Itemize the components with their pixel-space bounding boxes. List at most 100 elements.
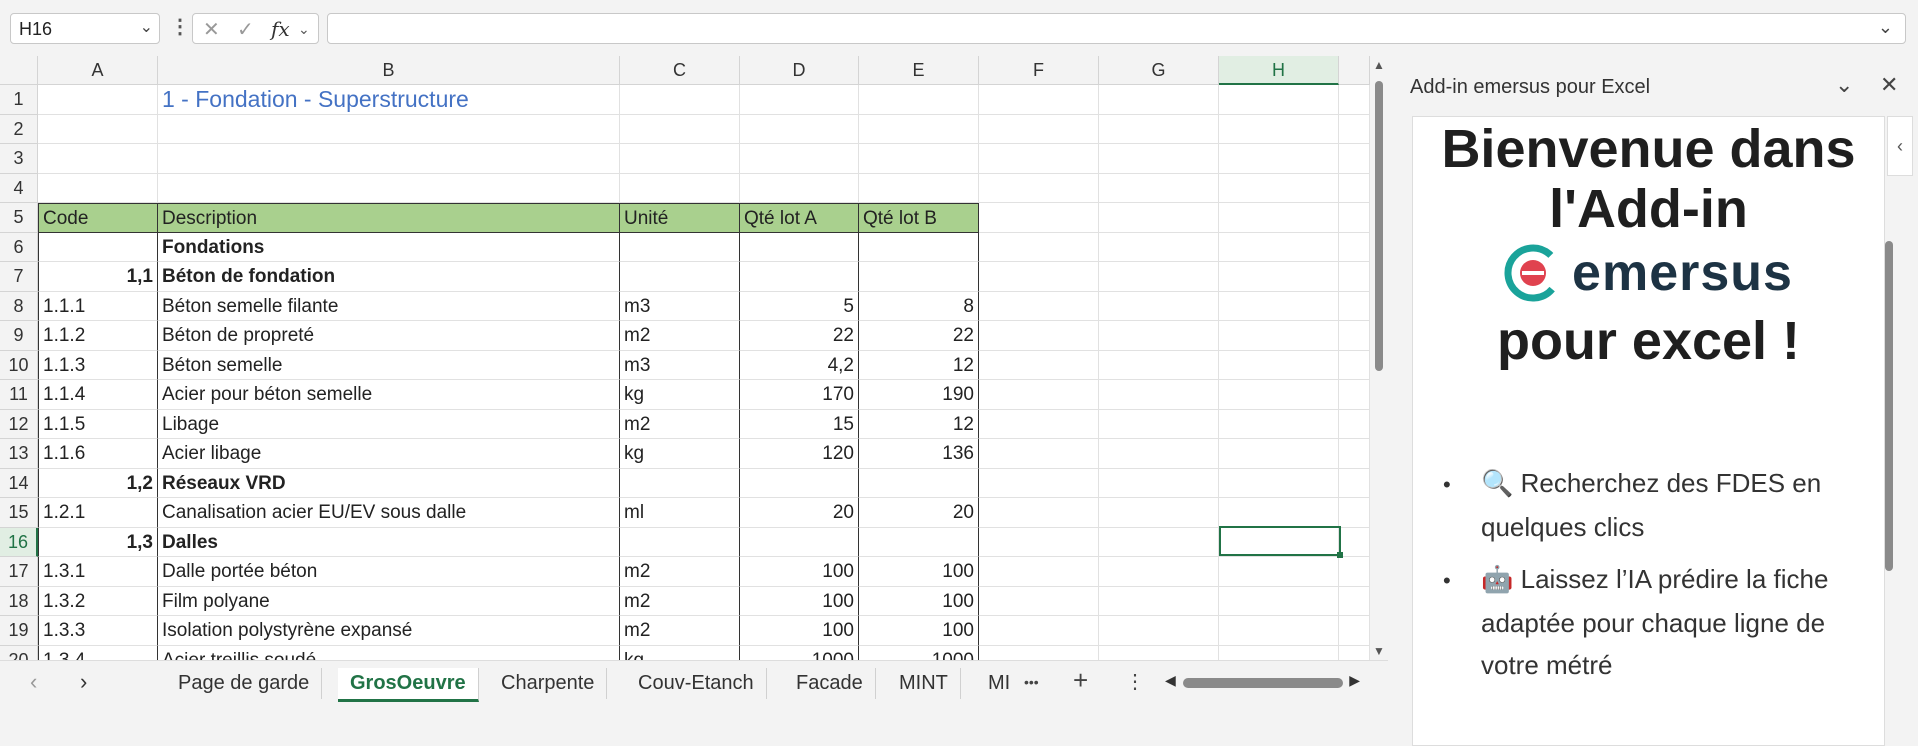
cell[interactable]: 1.3.4 <box>38 645 158 660</box>
formula-input[interactable]: ⌄ <box>327 13 1906 44</box>
cell[interactable] <box>979 173 1099 203</box>
cell[interactable] <box>979 645 1099 660</box>
cell[interactable]: Béton semelle filante <box>158 291 620 321</box>
cell[interactable] <box>1099 232 1219 262</box>
cell[interactable]: 170 <box>740 380 859 410</box>
cell[interactable] <box>740 114 859 144</box>
cell[interactable]: Béton de propreté <box>158 321 620 351</box>
cell[interactable]: Libage <box>158 409 620 439</box>
cell[interactable] <box>38 114 158 144</box>
column-header[interactable]: A <box>38 56 158 85</box>
row-header[interactable]: 10 <box>0 350 38 380</box>
cell[interactable] <box>979 498 1099 528</box>
cell[interactable]: kg <box>620 380 740 410</box>
name-box[interactable]: H16 ⌄ <box>10 13 160 44</box>
cell[interactable] <box>1219 616 1339 646</box>
cell[interactable]: 1.1.1 <box>38 291 158 321</box>
sheet-tab[interactable]: Facade <box>784 668 876 699</box>
cell[interactable] <box>1099 321 1219 351</box>
cell[interactable] <box>1099 498 1219 528</box>
cell[interactable] <box>1219 262 1339 292</box>
cell[interactable] <box>859 468 979 498</box>
cell[interactable] <box>1339 144 1370 174</box>
scroll-down-icon[interactable]: ▼ <box>1373 644 1385 658</box>
enter-icon[interactable]: ✓ <box>237 17 254 42</box>
cell[interactable] <box>1219 85 1339 115</box>
cell[interactable] <box>979 114 1099 144</box>
cell[interactable] <box>859 527 979 557</box>
cell[interactable] <box>620 527 740 557</box>
collapse-pane-button[interactable]: ‹ <box>1887 116 1913 176</box>
cell[interactable]: 8 <box>859 291 979 321</box>
next-sheet-icon[interactable]: › <box>80 669 87 695</box>
cell[interactable]: Qté lot B <box>859 203 979 233</box>
cell[interactable] <box>1219 586 1339 616</box>
cell[interactable] <box>859 85 979 115</box>
cell[interactable] <box>979 85 1099 115</box>
cell[interactable]: Béton semelle <box>158 350 620 380</box>
cell[interactable] <box>859 262 979 292</box>
cell[interactable] <box>1099 645 1219 660</box>
cell[interactable] <box>1339 498 1370 528</box>
cell[interactable]: 1.1.3 <box>38 350 158 380</box>
cell[interactable]: Fondations <box>158 232 620 262</box>
cell[interactable]: m2 <box>620 409 740 439</box>
chevron-down-icon[interactable]: ⌄ <box>140 17 153 37</box>
cancel-icon[interactable]: ✕ <box>203 17 220 42</box>
cell[interactable]: Réseaux VRD <box>158 468 620 498</box>
cell[interactable] <box>1099 439 1219 469</box>
column-header[interactable]: D <box>740 56 859 85</box>
cell[interactable] <box>1219 203 1339 233</box>
cell[interactable] <box>1339 232 1370 262</box>
row-header[interactable]: 5 <box>0 203 38 233</box>
sheet-tab-active[interactable]: GrosOeuvre <box>338 668 479 702</box>
cell[interactable] <box>979 616 1099 646</box>
cell[interactable]: 4,2 <box>740 350 859 380</box>
cell[interactable] <box>979 144 1099 174</box>
sheet-tab[interactable]: Couv-Etanch <box>626 668 767 699</box>
cell[interactable]: m2 <box>620 616 740 646</box>
insert-function-button[interactable]: fx <box>271 17 290 41</box>
row-header[interactable]: 1 <box>0 85 38 115</box>
cell[interactable]: 1.1.4 <box>38 380 158 410</box>
cell[interactable]: 190 <box>859 380 979 410</box>
cell[interactable] <box>1099 291 1219 321</box>
cell[interactable]: 100 <box>859 616 979 646</box>
row-header[interactable]: 19 <box>0 616 38 646</box>
cell[interactable] <box>859 232 979 262</box>
cell[interactable]: Béton de fondation <box>158 262 620 292</box>
cell[interactable] <box>1219 557 1339 587</box>
cell[interactable] <box>1219 350 1339 380</box>
cell[interactable]: Acier libage <box>158 439 620 469</box>
cell[interactable] <box>859 114 979 144</box>
cell[interactable] <box>1339 291 1370 321</box>
cell[interactable]: 100 <box>740 586 859 616</box>
cell[interactable] <box>1339 645 1370 660</box>
cell[interactable] <box>979 203 1099 233</box>
cell[interactable] <box>1339 586 1370 616</box>
cell[interactable] <box>979 468 1099 498</box>
cell[interactable]: 1 - Fondation - Superstructure <box>158 85 620 115</box>
cell[interactable] <box>1339 380 1370 410</box>
cell[interactable] <box>979 557 1099 587</box>
select-all-corner[interactable] <box>0 56 38 85</box>
cell[interactable]: 20 <box>859 498 979 528</box>
scrollbar-thumb[interactable] <box>1375 81 1383 371</box>
cell[interactable]: 1.2.1 <box>38 498 158 528</box>
cell[interactable] <box>1099 173 1219 203</box>
cell[interactable] <box>620 85 740 115</box>
cell[interactable] <box>620 232 740 262</box>
cell[interactable] <box>1339 262 1370 292</box>
cell[interactable] <box>1099 527 1219 557</box>
spreadsheet-grid[interactable]: A B C D E F G H 1 1 - Fondation - Superst… <box>0 56 1370 660</box>
cell[interactable]: kg <box>620 645 740 660</box>
cell[interactable] <box>740 527 859 557</box>
cell[interactable] <box>1339 468 1370 498</box>
cell[interactable] <box>859 173 979 203</box>
scroll-up-icon[interactable]: ▲ <box>1373 58 1385 72</box>
sheet-tab[interactable]: Charpente <box>489 668 608 699</box>
sheet-tab[interactable]: Page de garde <box>166 668 323 699</box>
cell[interactable] <box>859 144 979 174</box>
cell[interactable] <box>740 85 859 115</box>
cell[interactable]: 100 <box>740 557 859 587</box>
